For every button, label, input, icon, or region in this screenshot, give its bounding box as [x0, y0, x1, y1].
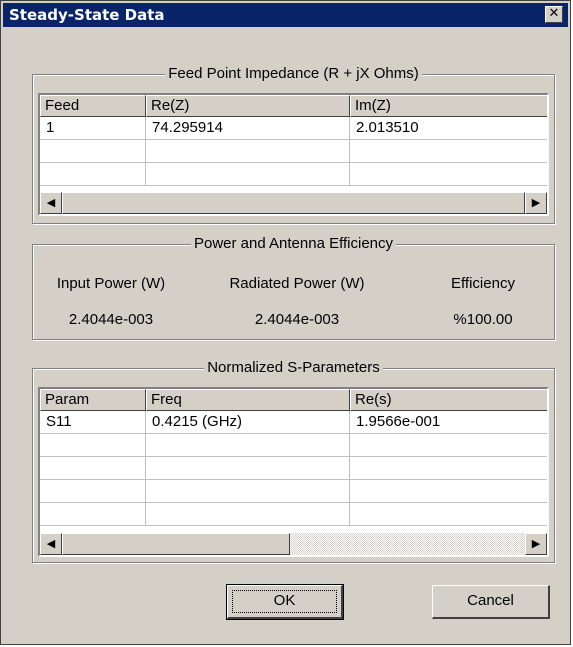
cell-param [40, 503, 146, 525]
cell-im-z [350, 163, 547, 185]
cell-re-z [146, 163, 350, 185]
column-header-feed[interactable]: Feed [40, 95, 146, 117]
table-row[interactable]: 1 74.295914 2.013510 [40, 117, 547, 140]
table-row[interactable] [40, 434, 547, 457]
input-power-label: Input Power (W) [56, 275, 166, 292]
power-group: Power and Antenna Efficiency Input Power… [32, 235, 555, 340]
table-row[interactable] [40, 503, 547, 526]
cell-im-z: 2.013510 [350, 117, 547, 139]
table-row[interactable] [40, 480, 547, 503]
column-header-im-z[interactable]: Im(Z) [350, 95, 547, 117]
cell-freq [146, 480, 350, 502]
triangle-left-icon: ◀ [46, 538, 56, 550]
sparams-group-label: Normalized S-Parameters [204, 359, 383, 376]
cell-re-z: 74.295914 [146, 117, 350, 139]
cell-freq: 0.4215 (GHz) [146, 411, 350, 433]
cell-param [40, 480, 146, 502]
table-row[interactable] [40, 457, 547, 480]
close-icon: ✕ [548, 6, 560, 21]
triangle-left-icon: ◀ [46, 197, 56, 209]
scroll-left-button[interactable]: ◀ [40, 533, 62, 555]
triangle-right-icon: ▶ [531, 197, 541, 209]
cell-feed: 1 [40, 117, 146, 139]
cell-freq [146, 434, 350, 456]
efficiency-label: Efficiency [451, 275, 515, 292]
steady-state-dialog: Steady-State Data ✕ Feed Point Impedance… [0, 0, 571, 645]
sparams-group: Normalized S-Parameters Param Freq Re(s)… [32, 359, 555, 563]
table-row[interactable] [40, 140, 547, 163]
impedance-group-label: Feed Point Impedance (R + jX Ohms) [165, 65, 422, 82]
sparams-table-header: Param Freq Re(s) [40, 389, 547, 411]
column-header-re-z[interactable]: Re(Z) [146, 95, 350, 117]
cell-freq [146, 503, 350, 525]
triangle-right-icon: ▶ [531, 538, 541, 550]
cell-im-z [350, 140, 547, 162]
cell-param [40, 457, 146, 479]
table-row[interactable]: S11 0.4215 (GHz) 1.9566e-001 [40, 411, 547, 434]
radiated-power-value: 2.4044e-003 [254, 311, 340, 328]
cancel-button[interactable]: Cancel [432, 585, 550, 619]
ok-button[interactable]: OK [226, 584, 344, 620]
scroll-right-button[interactable]: ▶ [525, 533, 547, 555]
table-row[interactable] [40, 163, 547, 186]
cell-re-s [350, 503, 547, 525]
sparams-table[interactable]: Param Freq Re(s) S11 0.4215 (GHz) 1.9566… [38, 387, 549, 557]
ok-button-label: OK [273, 592, 296, 609]
column-header-freq[interactable]: Freq [146, 389, 350, 411]
close-button[interactable]: ✕ [545, 6, 563, 23]
cell-re-z [146, 140, 350, 162]
column-header-param[interactable]: Param [40, 389, 146, 411]
cell-re-s [350, 457, 547, 479]
scroll-right-button[interactable]: ▶ [525, 192, 547, 214]
cell-re-s [350, 434, 547, 456]
sparams-horizontal-scrollbar[interactable]: ◀ ▶ [40, 533, 547, 555]
impedance-group: Feed Point Impedance (R + jX Ohms) Feed … [32, 65, 555, 224]
impedance-table-header: Feed Re(Z) Im(Z) [40, 95, 547, 117]
cell-freq [146, 457, 350, 479]
cell-feed [40, 163, 146, 185]
impedance-table[interactable]: Feed Re(Z) Im(Z) 1 74.295914 2.013510 ◀ [38, 93, 549, 216]
column-header-re-s[interactable]: Re(s) [350, 389, 547, 411]
title-bar[interactable]: Steady-State Data ✕ [3, 3, 568, 27]
impedance-horizontal-scrollbar[interactable]: ◀ ▶ [40, 192, 547, 214]
scroll-thumb[interactable] [62, 192, 525, 214]
scroll-left-button[interactable]: ◀ [40, 192, 62, 214]
input-power-value: 2.4044e-003 [68, 311, 154, 328]
efficiency-value: %100.00 [453, 311, 513, 328]
cell-feed [40, 140, 146, 162]
radiated-power-label: Radiated Power (W) [229, 275, 365, 292]
cell-re-s: 1.9566e-001 [350, 411, 547, 433]
scroll-thumb[interactable] [62, 533, 290, 555]
cancel-button-label: Cancel [467, 592, 514, 609]
cell-param: S11 [40, 411, 146, 433]
window-title: Steady-State Data [9, 6, 165, 24]
power-group-label: Power and Antenna Efficiency [190, 235, 397, 252]
cell-param [40, 434, 146, 456]
cell-re-s [350, 480, 547, 502]
